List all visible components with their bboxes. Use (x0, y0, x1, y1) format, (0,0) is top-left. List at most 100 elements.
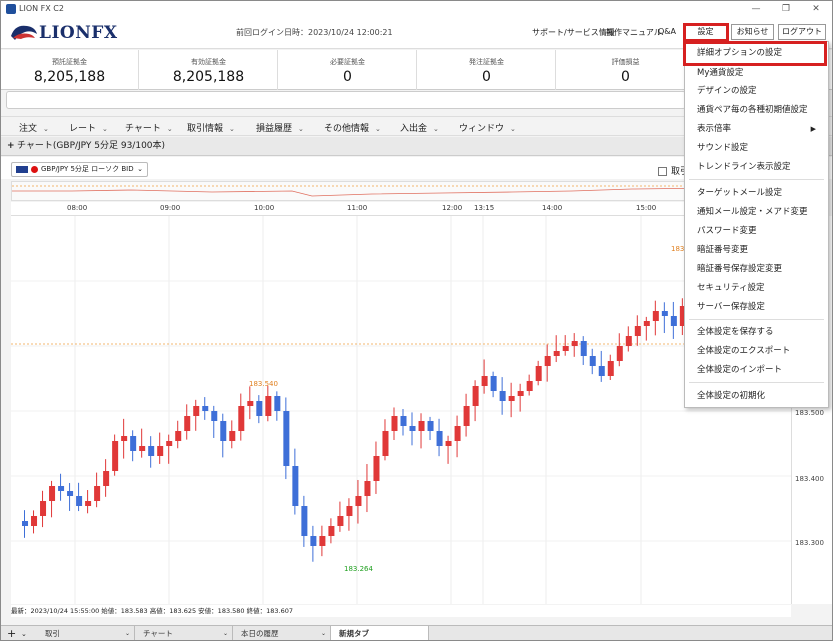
menu-deposit[interactable]: 入出金 ⌄ (400, 121, 439, 134)
japan-flag-icon (31, 166, 38, 173)
candle-body (544, 356, 551, 366)
candle-body (562, 346, 569, 351)
candle-body (364, 481, 371, 496)
candle-body (517, 391, 524, 396)
menu-item-password[interactable]: パスワード変更 (685, 222, 828, 240)
support-link[interactable]: サポート/サービス情報 (532, 27, 615, 38)
tab-today-history[interactable]: 本日の履歴 ⌄ (233, 626, 331, 640)
news-button[interactable]: お知らせ (731, 24, 774, 40)
candle-body (481, 376, 488, 386)
candle-body (40, 501, 47, 516)
tab-trade[interactable]: 取引 ⌄ (37, 626, 135, 640)
tab-chart[interactable]: チャート ⌄ (135, 626, 233, 640)
summary-value: 0 (343, 69, 352, 85)
menu-chart[interactable]: チャート ⌄ (125, 121, 173, 134)
menu-item-save-all[interactable]: 全体設定を保存する (685, 323, 828, 341)
menu-item-sound[interactable]: サウンド設定 (685, 139, 828, 157)
chart-panel-title: チャート(GBP/JPY 5分足 93/100本) (17, 141, 166, 151)
summary-deposit: 預託証拠金 8,205,188 (1, 50, 139, 90)
menu-label: 入出金 (400, 124, 428, 134)
candle-body (265, 396, 272, 416)
menu-order[interactable]: 注文 ⌄ (19, 121, 49, 134)
app-icon (6, 4, 16, 14)
manual-link[interactable]: 操作マニュアル (606, 27, 662, 38)
expand-icon[interactable]: + (7, 137, 15, 156)
candle-body (148, 446, 155, 456)
candle-body (643, 321, 650, 326)
menu-item-export[interactable]: 全体設定のエクスポート (685, 342, 828, 360)
menu-label: チャート (125, 124, 161, 134)
menu-item-design[interactable]: デザインの設定 (685, 82, 828, 100)
candle-body (310, 536, 317, 546)
candle-body (472, 386, 479, 406)
chevron-down-icon: ⌄ (320, 630, 326, 637)
menu-divider (689, 179, 824, 180)
candle-body (607, 361, 614, 376)
settings-button[interactable]: 設定 (684, 24, 727, 40)
candle-body (409, 426, 416, 431)
summary-required-margin: 必要証拠金 0 (279, 50, 417, 90)
summary-label: 預託証拠金 (52, 58, 87, 66)
time-label: 14:00 (542, 204, 563, 212)
candle-body (634, 326, 641, 336)
minimize-icon[interactable]: — (741, 1, 771, 17)
candle-body (508, 396, 515, 401)
menu-label: レート (69, 124, 97, 134)
menu-item-pin[interactable]: 暗証番号変更 (685, 241, 828, 259)
candle-body (229, 431, 236, 441)
candle-body (175, 431, 182, 441)
bottom-tab-bar: + ⌄ 取引 ⌄ チャート ⌄ 本日の履歴 ⌄ 新規タブ (1, 625, 832, 640)
menu-other-info[interactable]: その他情報 ⌄ (324, 121, 381, 134)
menu-item-zoom[interactable]: 表示倍率 ▶ (685, 120, 828, 138)
menu-item-my-currency[interactable]: My通貨設定 (685, 64, 828, 82)
menu-item-trendline[interactable]: トレンドライン表示設定 (685, 158, 828, 176)
menu-item-server-save[interactable]: サーバー保存設定 (685, 298, 828, 316)
candle-body (301, 506, 308, 536)
time-label: 11:00 (347, 204, 368, 212)
menu-item-advanced-options[interactable]: 詳細オプションの設定 (685, 44, 828, 62)
candle-body (391, 416, 398, 431)
restore-icon[interactable]: ❐ (771, 1, 801, 17)
candlestick-chart[interactable]: 183.540 183.264 183.6 (11, 216, 791, 604)
candle-body (400, 416, 407, 426)
chevron-down-icon[interactable]: ⌄ (21, 626, 27, 640)
menu-item-reset-all[interactable]: 全体設定の初期化 (685, 387, 828, 405)
menu-label: 取引情報 (187, 124, 224, 134)
time-label: 13:15 (474, 204, 495, 212)
candle-body (427, 421, 434, 431)
symbol-select[interactable]: GBP/JPY 5分足 ローソク BID ⌄ (11, 162, 148, 177)
summary-label: 発注証拠金 (469, 58, 504, 66)
summary-label: 必要証拠金 (330, 58, 365, 66)
menu-item-target-mail[interactable]: ターゲットメール設定 (685, 184, 828, 202)
trade-checkbox[interactable] (658, 167, 667, 176)
logo-text: LIONFX (39, 23, 118, 43)
candle-body (499, 391, 506, 401)
menu-item-security[interactable]: セキュリティ設定 (685, 279, 828, 297)
overview-minichart[interactable] (11, 181, 792, 201)
candle-body (139, 446, 146, 451)
menu-pl-history[interactable]: 損益履歴 ⌄ (256, 121, 304, 134)
menu-item-pin-save[interactable]: 暗証番号保存設定変更 (685, 260, 828, 278)
add-tab-icon[interactable]: + (7, 626, 16, 640)
menu-rate[interactable]: レート ⌄ (69, 121, 108, 134)
menu-trade-info[interactable]: 取引情報 ⌄ (187, 121, 235, 134)
tab-new[interactable]: 新規タブ (331, 626, 429, 640)
logout-button[interactable]: ログアウト (778, 24, 826, 40)
candle-body (211, 411, 218, 421)
chevron-down-icon: ⌄ (166, 125, 173, 133)
close-icon[interactable]: ✕ (801, 1, 831, 17)
rate-ticker-bar[interactable] (6, 91, 686, 109)
qa-link[interactable]: Q&A (658, 27, 676, 36)
menu-label: 注文 (19, 124, 38, 134)
menu-window[interactable]: ウィンドウ ⌄ (459, 121, 516, 134)
chevron-down-icon: ⌄ (510, 125, 516, 133)
menu-item-notify-mail[interactable]: 通知メール設定・メアド変更 (685, 203, 828, 221)
menu-item-pair-defaults[interactable]: 通貨ペア毎の各種初期値設定 (685, 101, 828, 119)
candle-body (652, 311, 659, 321)
summary-effective-margin: 有効証拠金 8,205,188 (140, 50, 278, 90)
menu-item-import[interactable]: 全体設定のインポート (685, 361, 828, 379)
candle-body (526, 381, 533, 391)
candle-body (292, 466, 299, 506)
summary-unrealized-pl: 評価損益 0 (557, 50, 695, 90)
candle-body (436, 431, 443, 446)
